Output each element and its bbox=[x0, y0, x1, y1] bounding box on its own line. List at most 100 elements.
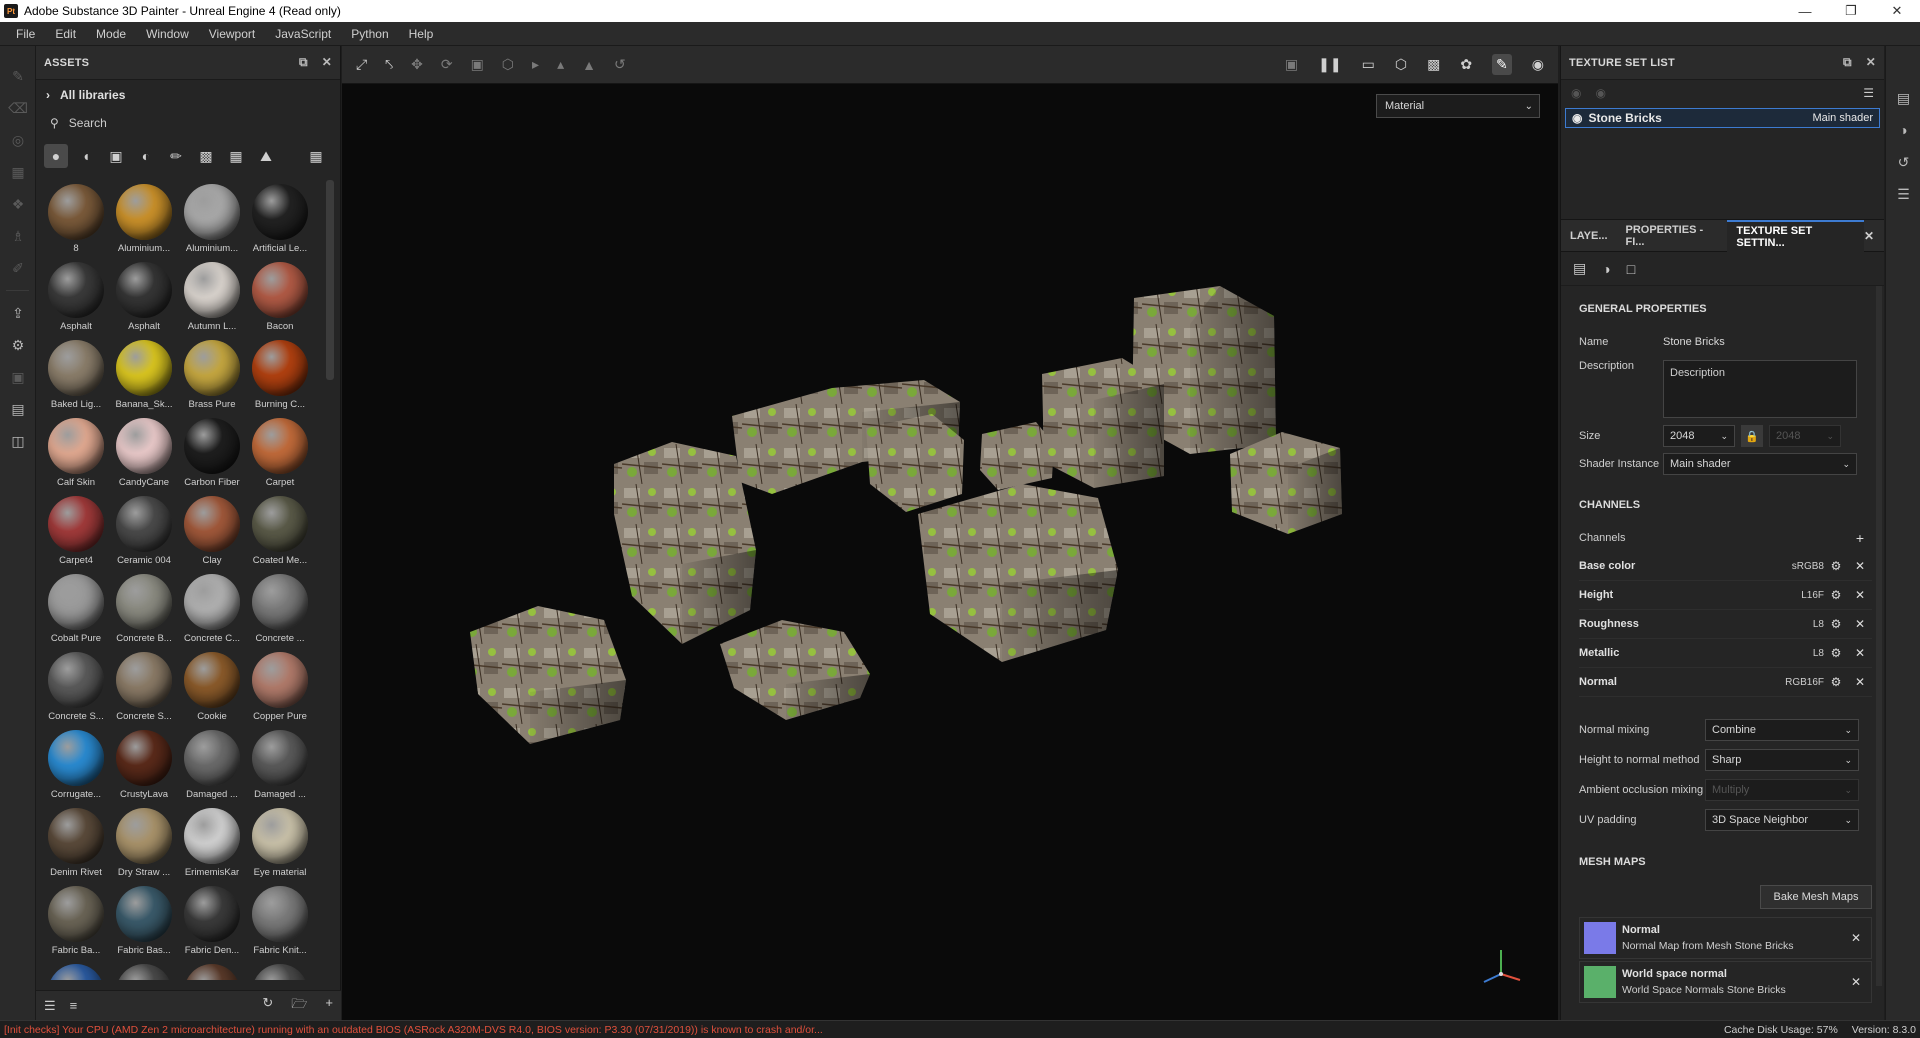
asset-item[interactable]: Bacon bbox=[246, 258, 314, 336]
pause-icon[interactable]: ❚❚ bbox=[1318, 56, 1341, 73]
scale-icon[interactable]: ▣ bbox=[471, 56, 484, 73]
add-icon[interactable]: + bbox=[325, 995, 333, 1017]
screenshot-icon[interactable]: ◉ bbox=[1532, 56, 1544, 73]
shelf-icon[interactable]: ◫ bbox=[0, 425, 36, 457]
log-icon[interactable]: ☰ bbox=[1886, 178, 1920, 210]
bake-icon[interactable]: ⚙ bbox=[0, 329, 36, 361]
channel-row[interactable]: Roughness L8 ⚙ ✕ bbox=[1579, 610, 1872, 639]
channel-row[interactable]: Normal RGB16F ⚙ ✕ bbox=[1579, 668, 1872, 697]
lighting-icon[interactable]: ✿ bbox=[1460, 56, 1472, 73]
asset-item[interactable]: 8 bbox=[42, 180, 110, 258]
reset-icon[interactable]: ↺ bbox=[614, 56, 626, 73]
assets-scrollbar[interactable] bbox=[326, 180, 334, 380]
asset-item[interactable]: Concrete C... bbox=[178, 570, 246, 648]
add-channel-icon[interactable]: + bbox=[1856, 530, 1864, 546]
folder-icon[interactable]: 🗁 bbox=[291, 995, 307, 1017]
search-input[interactable]: ⚲ Search bbox=[36, 110, 340, 136]
channel-row[interactable]: Base color sRGB8 ⚙ ✕ bbox=[1579, 552, 1872, 581]
menu-python[interactable]: Python bbox=[341, 27, 398, 41]
sort-icon[interactable]: ≡ bbox=[70, 998, 78, 1013]
smart-materials-filter-icon[interactable]: ◖ bbox=[74, 144, 98, 168]
tab-properties[interactable]: PROPERTIES - FI... bbox=[1617, 220, 1728, 252]
clone-stamp-icon[interactable]: ♗ bbox=[0, 220, 36, 252]
menu-viewport[interactable]: Viewport bbox=[199, 27, 265, 41]
symmetry-x-icon[interactable]: ▸ bbox=[532, 56, 539, 73]
materials-filter-icon[interactable]: ● bbox=[44, 144, 68, 168]
transform-uv-icon[interactable]: ⤢ bbox=[356, 56, 367, 73]
paint-mode-icon[interactable]: ✎ bbox=[1492, 54, 1512, 75]
asset-item[interactable]: Clay bbox=[178, 492, 246, 570]
textures-filter-icon[interactable]: ▩ bbox=[194, 144, 218, 168]
remove-channel-icon[interactable]: ✕ bbox=[1848, 588, 1872, 602]
mesh-map-item[interactable]: Normal Normal Map from Mesh Stone Bricks ✕ bbox=[1579, 917, 1872, 959]
camera-icon[interactable]: ▩ bbox=[1427, 56, 1440, 73]
asset-item[interactable]: Cookie bbox=[178, 648, 246, 726]
asset-item[interactable]: Aluminium... bbox=[178, 180, 246, 258]
brushes-filter-icon[interactable]: ✏ bbox=[164, 144, 188, 168]
eraser-icon[interactable]: ⌫ bbox=[0, 92, 36, 124]
menu-help[interactable]: Help bbox=[399, 27, 444, 41]
normal-mixing-dropdown[interactable]: Combine ⌄ bbox=[1705, 719, 1859, 741]
close-icon[interactable]: ✕ bbox=[1864, 229, 1884, 243]
asset-item[interactable]: Aluminium... bbox=[110, 180, 178, 258]
minimize-button[interactable]: — bbox=[1782, 0, 1828, 22]
asset-item[interactable]: Fabric Den... bbox=[178, 882, 246, 960]
texture-set-item[interactable]: ◉ Stone Bricks Main shader bbox=[1565, 108, 1880, 128]
asset-item[interactable] bbox=[246, 960, 314, 980]
color-picker-icon[interactable]: ✐ bbox=[0, 252, 36, 284]
menu-javascript[interactable]: JavaScript bbox=[265, 27, 341, 41]
bake-mesh-maps-button[interactable]: Bake Mesh Maps bbox=[1760, 885, 1872, 909]
channel-format[interactable]: sRGB8 bbox=[1764, 561, 1824, 572]
settings-gear-icon[interactable]: ⚙ bbox=[1824, 588, 1848, 602]
mesh-map-item[interactable]: World space normal World Space Normals St… bbox=[1579, 961, 1872, 1003]
hide-icon[interactable]: ◉ bbox=[1571, 86, 1581, 100]
remove-channel-icon[interactable]: ✕ bbox=[1848, 559, 1872, 573]
menu-file[interactable]: File bbox=[6, 27, 45, 41]
asset-item[interactable]: Carpet bbox=[246, 414, 314, 492]
texture-set-shader[interactable]: Main shader bbox=[1812, 112, 1873, 124]
export-icon[interactable]: ⇪ bbox=[0, 297, 36, 329]
asset-item[interactable]: Fabric Ba... bbox=[42, 882, 110, 960]
settings-scrollbar[interactable] bbox=[1876, 286, 1882, 986]
height-normal-dropdown[interactable]: Sharp ⌄ bbox=[1705, 749, 1859, 771]
menu-window[interactable]: Window bbox=[136, 27, 199, 41]
close-icon[interactable]: ✕ bbox=[322, 55, 332, 70]
close-icon[interactable]: ✕ bbox=[1866, 55, 1876, 70]
menu-edit[interactable]: Edit bbox=[45, 27, 86, 41]
asset-item[interactable]: ErimemisKar bbox=[178, 804, 246, 882]
shader-icon[interactable]: ◑ bbox=[1602, 261, 1610, 277]
shader-settings-icon[interactable]: ◑ bbox=[1886, 114, 1920, 146]
alphas-filter-icon[interactable]: ▦ bbox=[224, 144, 248, 168]
asset-item[interactable]: Banana_Sk... bbox=[110, 336, 178, 414]
maximize-button[interactable]: ❐ bbox=[1828, 0, 1874, 22]
tab-texture-set-settings[interactable]: TEXTURE SET SETTIN... bbox=[1727, 219, 1864, 252]
asset-item[interactable]: Concrete S... bbox=[110, 648, 178, 726]
asset-item[interactable]: Concrete S... bbox=[42, 648, 110, 726]
symmetry-y-icon[interactable]: ▴ bbox=[557, 56, 564, 73]
library-selector[interactable]: › All libraries bbox=[36, 80, 340, 110]
asset-item[interactable] bbox=[42, 960, 110, 980]
projection-icon[interactable]: ◎ bbox=[0, 124, 36, 156]
3d-view-icon[interactable]: ⬡ bbox=[1395, 56, 1407, 73]
remove-mesh-map-icon[interactable]: ✕ bbox=[1851, 975, 1861, 989]
grid-view-icon[interactable]: ▦ bbox=[304, 144, 328, 168]
channel-row[interactable]: Height L16F ⚙ ✕ bbox=[1579, 581, 1872, 610]
asset-item[interactable] bbox=[110, 960, 178, 980]
description-field[interactable]: Description bbox=[1663, 360, 1857, 418]
asset-item[interactable]: Damaged ... bbox=[246, 726, 314, 804]
history-icon[interactable]: ↺ bbox=[1886, 146, 1920, 178]
error-message[interactable]: [Init checks] Your CPU (AMD Zen 2 microa… bbox=[4, 1024, 823, 1036]
geometry-mask-icon[interactable]: ▦ bbox=[0, 156, 36, 188]
channel-format[interactable]: L8 bbox=[1764, 648, 1824, 659]
settings-gear-icon[interactable]: ⚙ bbox=[1824, 617, 1848, 631]
asset-item[interactable]: Asphalt bbox=[42, 258, 110, 336]
viewport[interactable]: ⤢ ⤣ ✥ ⟳ ▣ ⬡ ▸ ▴ ▲ ↺ ▣ ❚❚ ▭ ⬡ ▩ ✿ ✎ ◉ Mat… bbox=[342, 46, 1558, 1020]
asset-item[interactable]: Copper Pure bbox=[246, 648, 314, 726]
render-icon[interactable]: ▣ bbox=[0, 361, 36, 393]
menu-mode[interactable]: Mode bbox=[86, 27, 136, 41]
asset-item[interactable]: Artificial Le... bbox=[246, 180, 314, 258]
lock-icon[interactable]: 🔒 bbox=[1741, 425, 1763, 447]
asset-item[interactable]: Dry Straw ... bbox=[110, 804, 178, 882]
asset-item[interactable]: Cobalt Pure bbox=[42, 570, 110, 648]
remove-channel-icon[interactable]: ✕ bbox=[1848, 675, 1872, 689]
